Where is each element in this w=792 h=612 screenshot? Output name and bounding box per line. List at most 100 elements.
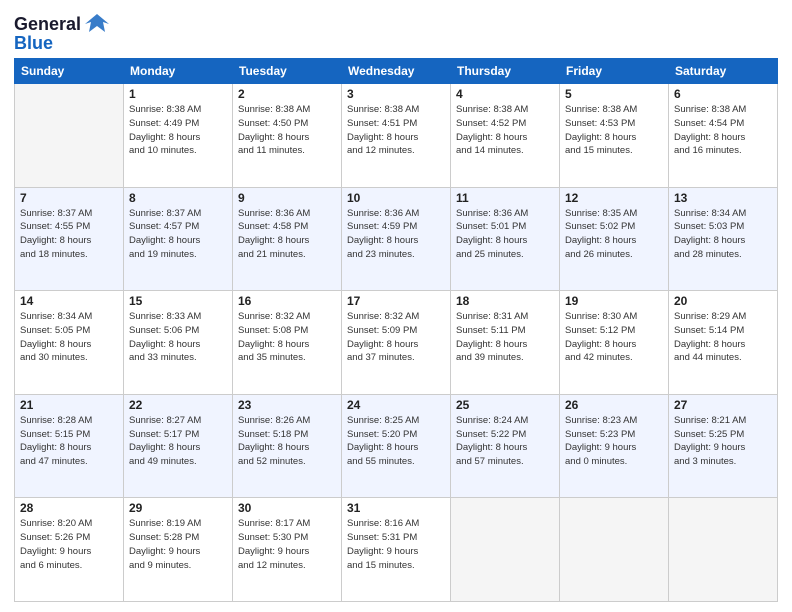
day-info: Sunrise: 8:38 AM Sunset: 4:49 PM Dayligh…	[129, 103, 227, 158]
weekday-header-row: SundayMondayTuesdayWednesdayThursdayFrid…	[15, 59, 778, 84]
calendar-cell: 26 Sunrise: 8:23 AM Sunset: 5:23 PM Dayli…	[560, 394, 669, 498]
day-info: Sunrise: 8:24 AM Sunset: 5:22 PM Dayligh…	[456, 414, 554, 469]
day-info: Sunrise: 8:34 AM Sunset: 5:03 PM Dayligh…	[674, 207, 772, 262]
day-number: 13	[674, 191, 772, 205]
day-info: Sunrise: 8:31 AM Sunset: 5:11 PM Dayligh…	[456, 310, 554, 365]
day-number: 26	[565, 398, 663, 412]
calendar-cell: 18 Sunrise: 8:31 AM Sunset: 5:11 PM Dayli…	[451, 291, 560, 395]
day-info: Sunrise: 8:27 AM Sunset: 5:17 PM Dayligh…	[129, 414, 227, 469]
day-number: 5	[565, 87, 663, 101]
calendar-cell: 31 Sunrise: 8:16 AM Sunset: 5:31 PM Dayli…	[342, 498, 451, 602]
day-number: 12	[565, 191, 663, 205]
day-number: 18	[456, 294, 554, 308]
day-info: Sunrise: 8:37 AM Sunset: 4:55 PM Dayligh…	[20, 207, 118, 262]
calendar-cell: 15 Sunrise: 8:33 AM Sunset: 5:06 PM Dayli…	[124, 291, 233, 395]
day-number: 29	[129, 501, 227, 515]
weekday-header-tuesday: Tuesday	[233, 59, 342, 84]
day-info: Sunrise: 8:20 AM Sunset: 5:26 PM Dayligh…	[20, 517, 118, 572]
logo-bird-icon	[83, 10, 111, 38]
calendar-cell: 21 Sunrise: 8:28 AM Sunset: 5:15 PM Dayli…	[15, 394, 124, 498]
day-number: 14	[20, 294, 118, 308]
day-number: 20	[674, 294, 772, 308]
weekday-header-wednesday: Wednesday	[342, 59, 451, 84]
day-number: 21	[20, 398, 118, 412]
day-number: 31	[347, 501, 445, 515]
day-info: Sunrise: 8:38 AM Sunset: 4:52 PM Dayligh…	[456, 103, 554, 158]
day-info: Sunrise: 8:35 AM Sunset: 5:02 PM Dayligh…	[565, 207, 663, 262]
day-info: Sunrise: 8:17 AM Sunset: 5:30 PM Dayligh…	[238, 517, 336, 572]
day-number: 25	[456, 398, 554, 412]
day-info: Sunrise: 8:21 AM Sunset: 5:25 PM Dayligh…	[674, 414, 772, 469]
weekday-header-saturday: Saturday	[669, 59, 778, 84]
calendar-cell: 1Sunrise: 8:38 AM Sunset: 4:49 PM Daylig…	[124, 84, 233, 188]
header: General Blue	[14, 10, 778, 52]
day-number: 17	[347, 294, 445, 308]
calendar-cell: 30 Sunrise: 8:17 AM Sunset: 5:30 PM Dayli…	[233, 498, 342, 602]
day-number: 27	[674, 398, 772, 412]
calendar-cell: 19Sunrise: 8:30 AM Sunset: 5:12 PM Dayli…	[560, 291, 669, 395]
calendar-cell	[15, 84, 124, 188]
week-row-5: 28 Sunrise: 8:20 AM Sunset: 5:26 PM Dayli…	[15, 498, 778, 602]
day-number: 15	[129, 294, 227, 308]
day-number: 16	[238, 294, 336, 308]
day-number: 30	[238, 501, 336, 515]
day-info: Sunrise: 8:32 AM Sunset: 5:08 PM Dayligh…	[238, 310, 336, 365]
day-info: Sunrise: 8:23 AM Sunset: 5:23 PM Dayligh…	[565, 414, 663, 469]
calendar-cell: 24 Sunrise: 8:25 AM Sunset: 5:20 PM Dayli…	[342, 394, 451, 498]
day-number: 11	[456, 191, 554, 205]
calendar-cell: 6Sunrise: 8:38 AM Sunset: 4:54 PM Daylig…	[669, 84, 778, 188]
day-info: Sunrise: 8:28 AM Sunset: 5:15 PM Dayligh…	[20, 414, 118, 469]
day-info: Sunrise: 8:36 AM Sunset: 4:58 PM Dayligh…	[238, 207, 336, 262]
calendar-cell: 7 Sunrise: 8:37 AM Sunset: 4:55 PM Daylig…	[15, 187, 124, 291]
day-info: Sunrise: 8:25 AM Sunset: 5:20 PM Dayligh…	[347, 414, 445, 469]
calendar-cell: 4 Sunrise: 8:38 AM Sunset: 4:52 PM Daylig…	[451, 84, 560, 188]
day-info: Sunrise: 8:32 AM Sunset: 5:09 PM Dayligh…	[347, 310, 445, 365]
calendar-cell: 22 Sunrise: 8:27 AM Sunset: 5:17 PM Dayli…	[124, 394, 233, 498]
day-info: Sunrise: 8:37 AM Sunset: 4:57 PM Dayligh…	[129, 207, 227, 262]
logo-text-general: General	[14, 15, 81, 33]
calendar-cell: 25 Sunrise: 8:24 AM Sunset: 5:22 PM Dayli…	[451, 394, 560, 498]
calendar-cell	[560, 498, 669, 602]
week-row-4: 21 Sunrise: 8:28 AM Sunset: 5:15 PM Dayli…	[15, 394, 778, 498]
calendar-cell	[451, 498, 560, 602]
logo: General Blue	[14, 10, 111, 52]
calendar-cell: 11Sunrise: 8:36 AM Sunset: 5:01 PM Dayli…	[451, 187, 560, 291]
logo-text-blue: Blue	[14, 34, 53, 52]
calendar-cell	[669, 498, 778, 602]
calendar-cell: 9Sunrise: 8:36 AM Sunset: 4:58 PM Daylig…	[233, 187, 342, 291]
calendar-cell: 16 Sunrise: 8:32 AM Sunset: 5:08 PM Dayli…	[233, 291, 342, 395]
calendar-cell: 14 Sunrise: 8:34 AM Sunset: 5:05 PM Dayli…	[15, 291, 124, 395]
calendar-cell: 29 Sunrise: 8:19 AM Sunset: 5:28 PM Dayli…	[124, 498, 233, 602]
day-info: Sunrise: 8:19 AM Sunset: 5:28 PM Dayligh…	[129, 517, 227, 572]
calendar-cell: 12 Sunrise: 8:35 AM Sunset: 5:02 PM Dayli…	[560, 187, 669, 291]
calendar-cell: 5 Sunrise: 8:38 AM Sunset: 4:53 PM Daylig…	[560, 84, 669, 188]
day-info: Sunrise: 8:29 AM Sunset: 5:14 PM Dayligh…	[674, 310, 772, 365]
calendar-cell: 28 Sunrise: 8:20 AM Sunset: 5:26 PM Dayli…	[15, 498, 124, 602]
day-number: 8	[129, 191, 227, 205]
week-row-3: 14 Sunrise: 8:34 AM Sunset: 5:05 PM Dayli…	[15, 291, 778, 395]
day-info: Sunrise: 8:16 AM Sunset: 5:31 PM Dayligh…	[347, 517, 445, 572]
calendar-cell: 23 Sunrise: 8:26 AM Sunset: 5:18 PM Dayli…	[233, 394, 342, 498]
day-number: 10	[347, 191, 445, 205]
calendar-cell: 8 Sunrise: 8:37 AM Sunset: 4:57 PM Daylig…	[124, 187, 233, 291]
day-info: Sunrise: 8:33 AM Sunset: 5:06 PM Dayligh…	[129, 310, 227, 365]
day-info: Sunrise: 8:38 AM Sunset: 4:53 PM Dayligh…	[565, 103, 663, 158]
day-info: Sunrise: 8:26 AM Sunset: 5:18 PM Dayligh…	[238, 414, 336, 469]
day-number: 6	[674, 87, 772, 101]
day-number: 24	[347, 398, 445, 412]
calendar-cell: 2Sunrise: 8:38 AM Sunset: 4:50 PM Daylig…	[233, 84, 342, 188]
day-info: Sunrise: 8:38 AM Sunset: 4:51 PM Dayligh…	[347, 103, 445, 158]
day-number: 22	[129, 398, 227, 412]
calendar-cell: 13 Sunrise: 8:34 AM Sunset: 5:03 PM Dayli…	[669, 187, 778, 291]
day-number: 4	[456, 87, 554, 101]
day-number: 23	[238, 398, 336, 412]
day-info: Sunrise: 8:34 AM Sunset: 5:05 PM Dayligh…	[20, 310, 118, 365]
week-row-2: 7 Sunrise: 8:37 AM Sunset: 4:55 PM Daylig…	[15, 187, 778, 291]
day-number: 28	[20, 501, 118, 515]
weekday-header-thursday: Thursday	[451, 59, 560, 84]
weekday-header-monday: Monday	[124, 59, 233, 84]
weekday-header-sunday: Sunday	[15, 59, 124, 84]
day-number: 7	[20, 191, 118, 205]
calendar-cell: 20 Sunrise: 8:29 AM Sunset: 5:14 PM Dayli…	[669, 291, 778, 395]
day-info: Sunrise: 8:30 AM Sunset: 5:12 PM Dayligh…	[565, 310, 663, 365]
